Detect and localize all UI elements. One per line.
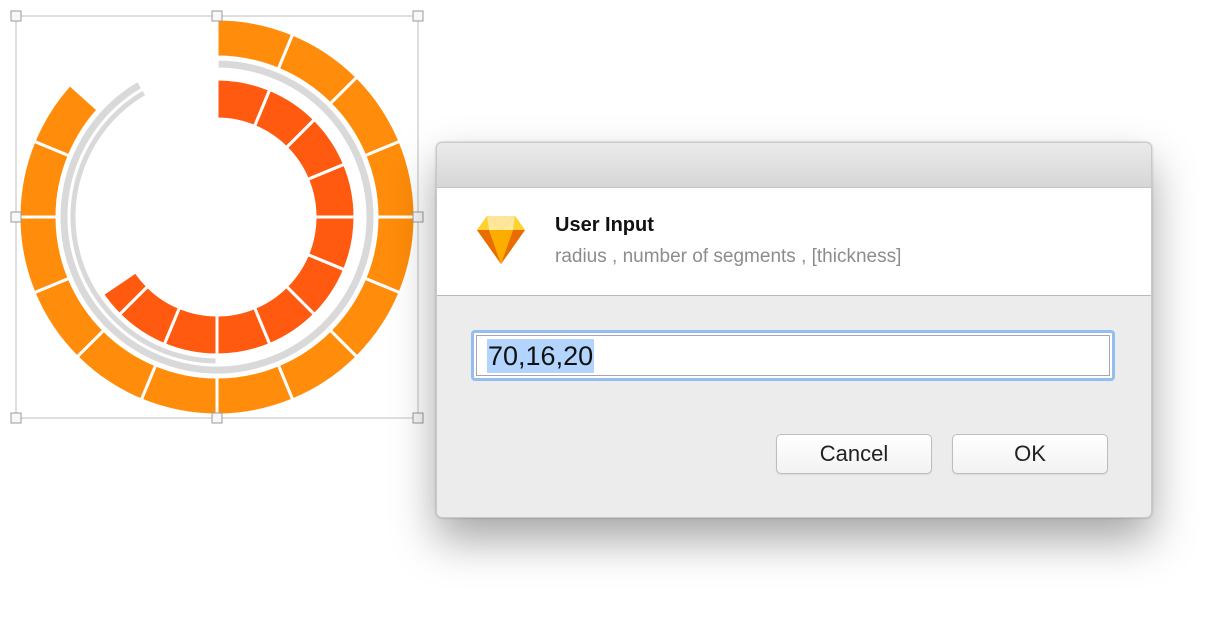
resize-handle[interactable] — [211, 10, 223, 22]
input-selected-text[interactable]: 70,16,20 — [487, 338, 595, 373]
sketch-canvas: User Input radius , number of segments ,… — [0, 0, 1220, 624]
resize-handle[interactable] — [412, 412, 424, 424]
user-input-field[interactable]: 70,16,20 — [476, 335, 1110, 376]
dialog-subtitle: radius , number of segments , [thickness… — [555, 246, 902, 267]
dialog-title: User Input — [555, 214, 654, 236]
resize-handle[interactable] — [412, 10, 424, 22]
ring-artwork[interactable] — [0, 0, 440, 440]
resize-handle[interactable] — [10, 211, 22, 223]
dialog-titlebar[interactable] — [437, 143, 1151, 188]
resize-handle[interactable] — [10, 10, 22, 22]
dialog-header: User Input radius , number of segments ,… — [437, 188, 1151, 296]
input-focus-ring: 70,16,20 — [471, 330, 1115, 381]
cancel-button[interactable]: Cancel — [776, 434, 932, 474]
sketch-diamond-icon — [477, 216, 525, 264]
resize-handle[interactable] — [10, 412, 22, 424]
resize-handle[interactable] — [211, 412, 223, 424]
resize-handle[interactable] — [412, 211, 424, 223]
user-input-dialog: User Input radius , number of segments ,… — [436, 142, 1152, 518]
ok-button[interactable]: OK — [952, 434, 1108, 474]
